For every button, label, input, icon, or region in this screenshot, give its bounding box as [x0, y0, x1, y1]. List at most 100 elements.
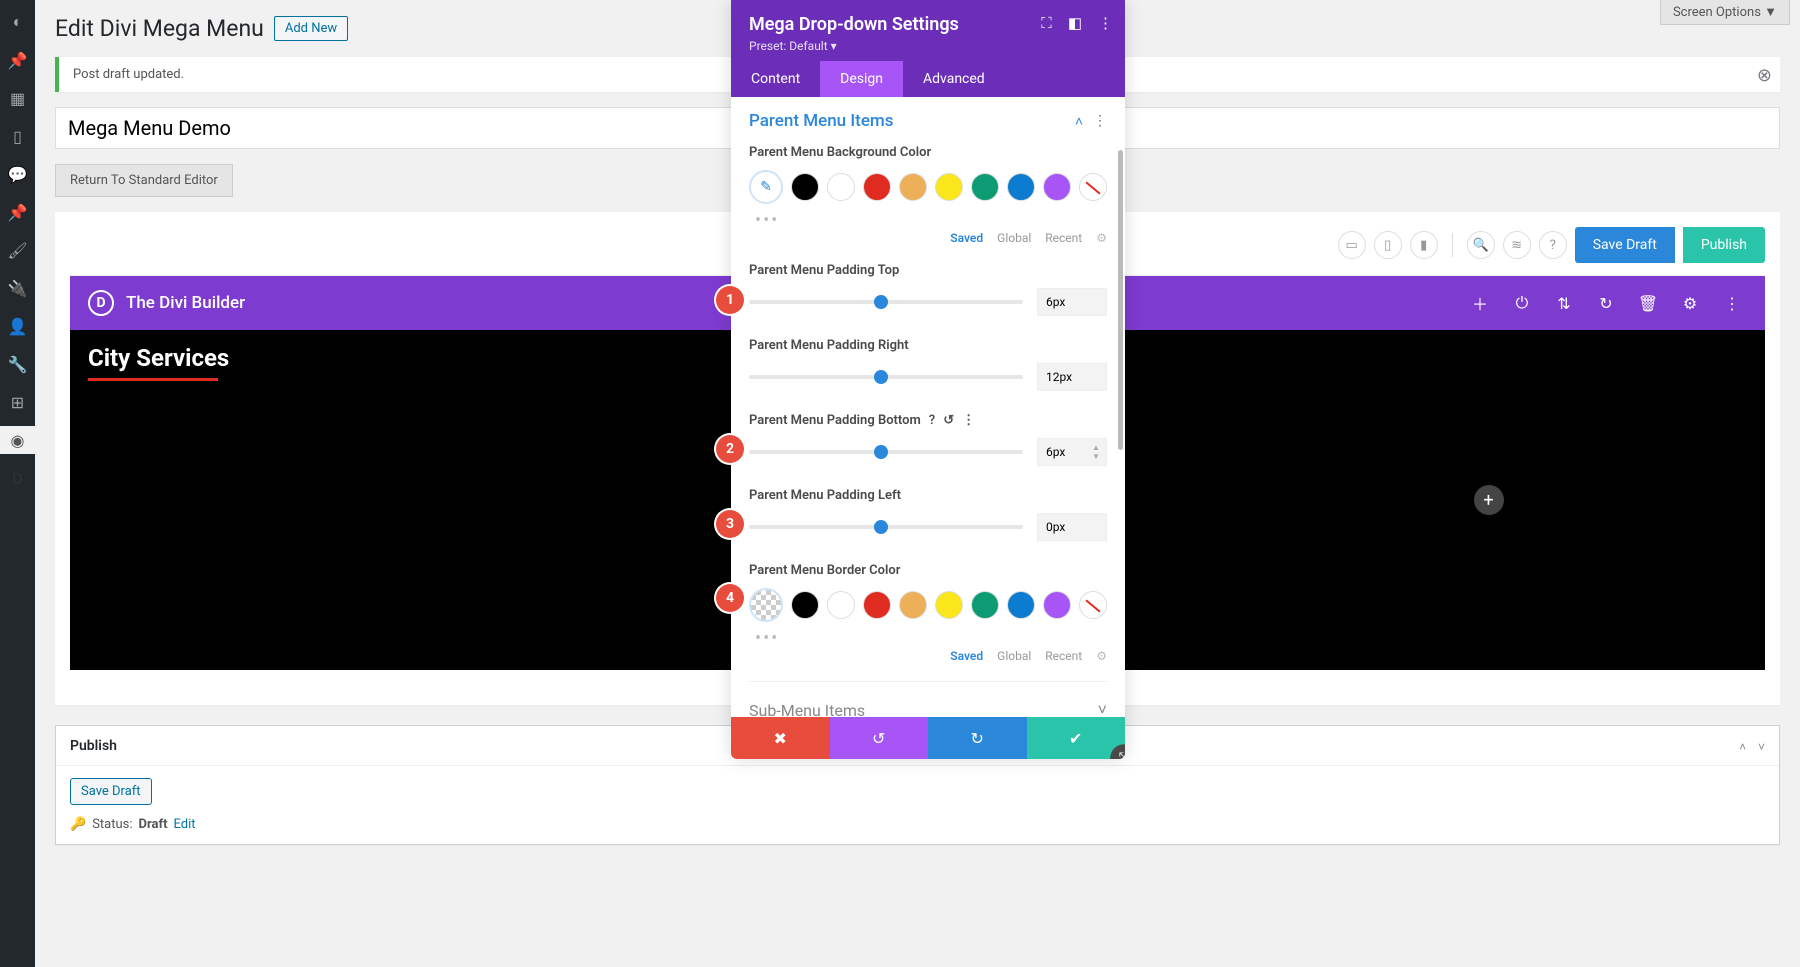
chevron-down-icon[interactable]: ˅ [1758, 740, 1765, 754]
pages-icon[interactable]: ▯ [0, 122, 35, 150]
status-edit-link[interactable]: Edit [174, 817, 196, 832]
chevron-up-icon[interactable]: ˄ [1739, 740, 1746, 754]
pin2-icon[interactable]: 📌 [0, 198, 35, 226]
swatch-purple[interactable] [1043, 173, 1071, 201]
power-icon[interactable]: ⏻ [1507, 293, 1537, 313]
tablet-view-icon[interactable]: ▯ [1374, 231, 1402, 259]
palette-gear-icon[interactable]: ⚙ [1096, 649, 1107, 663]
more-dots-icon[interactable]: ••• [749, 210, 1107, 231]
help-icon[interactable]: ? [929, 413, 935, 428]
more-vert-icon[interactable]: ⋮ [1098, 14, 1113, 32]
comments-icon[interactable]: 💬 [0, 160, 35, 188]
padding-right-label: Parent Menu Padding Right [749, 338, 1107, 353]
canvas-column-1[interactable]: City Services [70, 330, 659, 670]
more-icon[interactable]: ⋮ [1717, 294, 1747, 313]
expand-icon[interactable]: ⛶ [1041, 14, 1052, 32]
save-draft-meta-button[interactable]: Save Draft [70, 778, 152, 805]
media-icon[interactable]: ▦ [0, 84, 35, 112]
section-sub-menu-items[interactable]: Sub-Menu Items ˅ [749, 681, 1107, 717]
notice-dismiss-icon[interactable]: ⊗ [1757, 65, 1772, 86]
swatch-blue[interactable] [1007, 591, 1035, 619]
tools-icon[interactable]: 🔧 [0, 350, 35, 378]
swatch-white[interactable] [827, 591, 855, 619]
add-new-button[interactable]: Add New [274, 16, 348, 41]
swatch-transparent[interactable] [749, 588, 783, 622]
swatch-reset-icon[interactable] [1079, 591, 1107, 619]
redo-button[interactable]: ↻ [928, 717, 1027, 759]
palette-recent[interactable]: Recent [1045, 649, 1082, 663]
add-section-icon[interactable]: ＋ [1465, 291, 1495, 315]
eyedropper-icon[interactable]: ✎ [749, 170, 783, 204]
chevron-up-icon[interactable]: ˄ [1075, 113, 1083, 130]
palette-recent[interactable]: Recent [1045, 231, 1082, 245]
settings-icon[interactable]: ⊞ [0, 388, 35, 416]
return-standard-editor-button[interactable]: Return To Standard Editor [55, 164, 233, 197]
desktop-view-icon[interactable]: ▭ [1338, 231, 1366, 259]
palette-global[interactable]: Global [997, 649, 1031, 663]
plugins-icon[interactable]: 🔌 [0, 274, 35, 302]
padding-right-slider[interactable] [749, 375, 1023, 379]
undo-button[interactable]: ↺ [830, 717, 929, 759]
padding-bottom-value[interactable]: 6px ▲▼ [1037, 438, 1107, 466]
phone-view-icon[interactable]: ▮ [1410, 231, 1438, 259]
save-draft-button[interactable]: Save Draft [1575, 227, 1675, 263]
padding-left-slider[interactable] [749, 525, 1023, 529]
swatch-red[interactable] [863, 591, 891, 619]
swatch-purple[interactable] [1043, 591, 1071, 619]
trash-icon[interactable]: 🗑 [1633, 294, 1663, 313]
tab-design[interactable]: Design [820, 61, 903, 97]
padding-top-value[interactable]: 6px [1037, 288, 1107, 316]
scrollbar[interactable] [1118, 150, 1123, 450]
swatch-green[interactable] [971, 591, 999, 619]
canvas-column-3[interactable]: + [1212, 330, 1765, 670]
zoom-icon[interactable]: 🔍 [1467, 231, 1495, 259]
swatch-orange[interactable] [899, 591, 927, 619]
gear-icon[interactable]: ⚙ [1675, 294, 1705, 313]
tab-content[interactable]: Content [731, 61, 820, 97]
sort-icon[interactable]: ⇅ [1549, 294, 1579, 313]
modal-header[interactable]: Mega Drop-down Settings Preset: Default … [731, 0, 1125, 61]
section-parent-menu-items[interactable]: Parent Menu Items ˄ ⋮ [749, 111, 1107, 131]
swatch-yellow[interactable] [935, 173, 963, 201]
padding-left-value[interactable]: 0px [1037, 513, 1107, 541]
swatch-black[interactable] [791, 173, 819, 201]
appearance-icon[interactable]: 🖌 [0, 236, 35, 264]
history-icon[interactable]: ↻ [1591, 294, 1621, 313]
palette-saved[interactable]: Saved [950, 649, 983, 663]
tab-advanced[interactable]: Advanced [903, 61, 1005, 97]
divi-d-icon[interactable]: D [0, 464, 35, 492]
swatch-reset-icon[interactable] [1079, 173, 1107, 201]
swatch-green[interactable] [971, 173, 999, 201]
pin-icon[interactable]: 📌 [0, 46, 35, 74]
cancel-button[interactable]: ✖ [731, 717, 830, 759]
stepper-down-icon[interactable]: ▼ [1092, 452, 1104, 461]
padding-right-value[interactable]: 12px [1037, 363, 1107, 391]
reset-icon[interactable]: ↺ [943, 413, 954, 428]
palette-saved[interactable]: Saved [950, 231, 983, 245]
palette-gear-icon[interactable]: ⚙ [1096, 231, 1107, 245]
layers-icon[interactable]: ≋ [1503, 231, 1531, 259]
swatch-yellow[interactable] [935, 591, 963, 619]
padding-left-label: Parent Menu Padding Left [749, 488, 1107, 503]
publish-button[interactable]: Publish [1683, 227, 1765, 263]
divi-icon[interactable]: ◉ [0, 426, 35, 454]
swatch-orange[interactable] [899, 173, 927, 201]
section-more-icon[interactable]: ⋮ [1093, 113, 1107, 129]
stepper-up-icon[interactable]: ▲ [1092, 443, 1104, 452]
snap-icon[interactable]: ◧ [1068, 14, 1082, 32]
more-dots-icon[interactable]: ••• [749, 628, 1107, 649]
field-more-icon[interactable]: ⋮ [962, 413, 975, 428]
users-icon[interactable]: 👤 [0, 312, 35, 340]
swatch-blue[interactable] [1007, 173, 1035, 201]
swatch-black[interactable] [791, 591, 819, 619]
border-color-label: Parent Menu Border Color [749, 563, 1107, 578]
padding-top-slider[interactable] [749, 300, 1023, 304]
dashboard-icon[interactable]: ◐ [0, 8, 35, 36]
help-icon[interactable]: ? [1539, 231, 1567, 259]
modal-preset[interactable]: Preset: Default ▾ [749, 39, 1107, 53]
swatch-red[interactable] [863, 173, 891, 201]
palette-global[interactable]: Global [997, 231, 1031, 245]
padding-bottom-slider[interactable] [749, 450, 1023, 454]
add-module-icon[interactable]: + [1474, 485, 1504, 515]
swatch-white[interactable] [827, 173, 855, 201]
